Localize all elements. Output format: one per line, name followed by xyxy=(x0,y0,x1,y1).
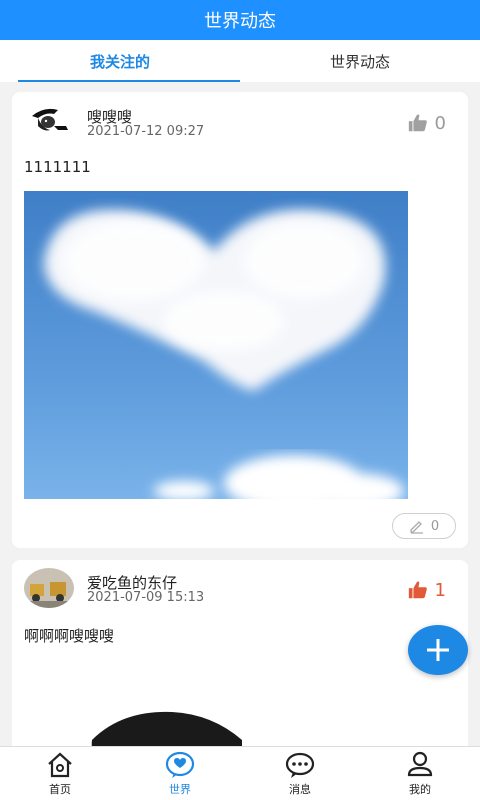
tab-following[interactable]: 我关注的 xyxy=(0,40,240,82)
like-count: 0 xyxy=(434,112,446,134)
comment-count: 0 xyxy=(430,518,440,534)
nav-home[interactable]: 首页 xyxy=(0,747,120,800)
user-icon xyxy=(407,751,433,776)
nav-profile-label: 我的 xyxy=(409,782,431,796)
post-text: 1111111 xyxy=(24,158,91,176)
add-post-button[interactable] xyxy=(408,625,468,675)
page-title: 世界动态 xyxy=(204,11,276,32)
post-card[interactable]: 爱吃鱼的东仔 2021-07-09 15:13 1 啊啊啊嗖嗖嗖 xyxy=(12,560,468,760)
avatar[interactable] xyxy=(24,568,74,608)
bottom-nav: 首页 世界 消息 我的 xyxy=(0,746,480,800)
sky-heart-cloud-image xyxy=(24,191,408,499)
message-icon xyxy=(285,752,315,778)
post-time: 2021-07-09 15:13 xyxy=(87,590,205,605)
like-count: 1 xyxy=(434,579,446,601)
nav-world-label: 世界 xyxy=(169,782,191,796)
app-header: 世界动态 xyxy=(0,0,480,40)
like-button[interactable]: 0 xyxy=(407,112,446,134)
tab-world[interactable]: 世界动态 xyxy=(240,40,480,82)
plus-icon xyxy=(427,639,449,661)
thumbs-up-icon xyxy=(408,581,427,599)
nav-messages[interactable]: 消息 xyxy=(240,747,360,800)
post-time: 2021-07-12 09:27 xyxy=(87,124,205,139)
post-card[interactable]: 嗖嗖嗖 2021-07-12 09:27 0 1111111 0 xyxy=(12,92,468,548)
comment-button[interactable]: 0 xyxy=(392,513,456,539)
avatar-image xyxy=(24,102,74,142)
post-image[interactable] xyxy=(24,191,408,499)
post-text: 啊啊啊嗖嗖嗖 xyxy=(24,627,115,645)
tab-bar: 我关注的 世界动态 xyxy=(0,40,480,82)
avatar[interactable] xyxy=(24,102,74,142)
edit-pencil-icon xyxy=(410,521,423,534)
nav-messages-label: 消息 xyxy=(289,782,311,796)
nav-world[interactable]: 世界 xyxy=(120,747,240,800)
nav-home-label: 首页 xyxy=(49,782,71,796)
like-button[interactable]: 1 xyxy=(407,579,446,601)
thumbs-up-icon xyxy=(408,114,427,132)
heart-chat-icon xyxy=(165,751,195,778)
nav-profile[interactable]: 我的 xyxy=(360,747,480,800)
avatar-image xyxy=(24,568,74,608)
home-icon xyxy=(48,752,72,777)
